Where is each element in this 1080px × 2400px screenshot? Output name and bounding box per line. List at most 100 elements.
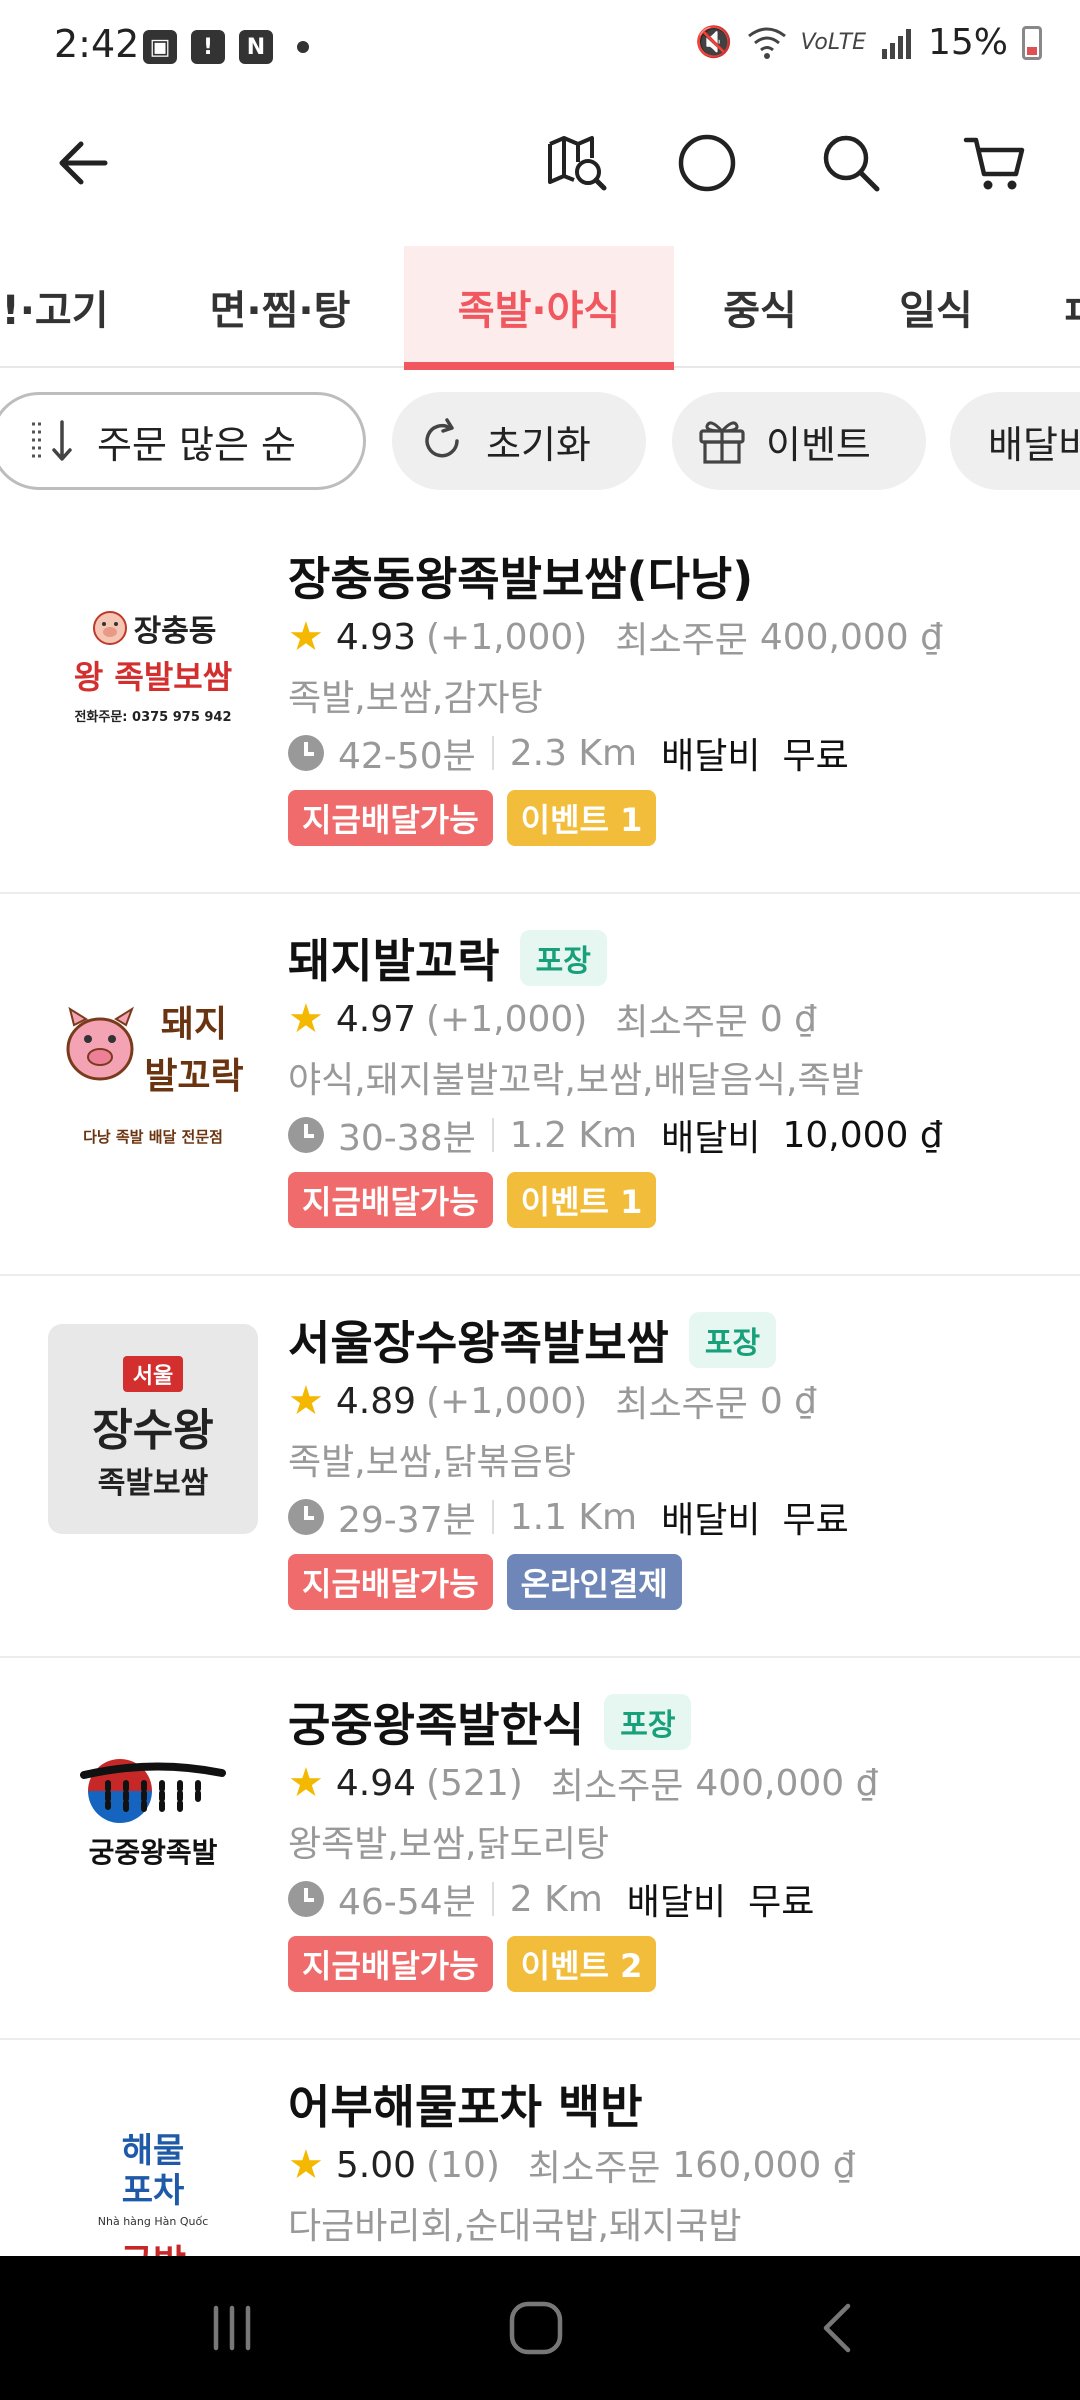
min-order-value: 0 ₫ [759, 1380, 818, 1422]
delivery-fee-value: 무료 [782, 736, 849, 777]
divider [491, 1118, 494, 1152]
store-info: 장충동왕족발보쌈(다낭) ★ 4.93 (+1,000) 최소주문 400,00… [288, 544, 1060, 846]
review-count: (+1,000) [426, 1380, 588, 1422]
logo-text: Nhà hàng Hàn Quốc [97, 2214, 209, 2228]
event-chip-label: 이벤트 [766, 422, 871, 467]
tab-chinese[interactable]: 중식 [700, 246, 820, 368]
store-card[interactable]: 돼지 발꼬락 다낭 족발 배달 전문점 돼지발꼬락 포장 ★ 4.97 (+1,… [0, 896, 1080, 1276]
signal-icon [881, 28, 911, 59]
store-info: 서울장수왕족발보쌈 포장 ★ 4.89 (+1,000) 최소주문 0 ₫ 족발… [288, 1308, 1060, 1610]
logo-text: 장수왕 [92, 1405, 214, 1456]
store-info: 궁중왕족발한식 포장 ★ 4.94 (521) 최소주문 400,000 ₫ 왕… [288, 1690, 1060, 1992]
store-rating: 4.97 [335, 998, 417, 1040]
home-button[interactable] [486, 2278, 586, 2378]
recent-apps-icon [213, 2305, 251, 2351]
home-icon [509, 2301, 563, 2355]
status-bar: 2:42 ▣ ! N 🔇 VoLTE 15% [0, 0, 1080, 96]
store-logo: 서울 장수왕 족발보쌈 [48, 1324, 258, 1534]
star-icon: ★ [288, 2142, 324, 2188]
online-payment-badge: 온라인결제 [506, 1554, 682, 1610]
review-count: (+1,000) [426, 998, 588, 1040]
tab-jokbal-night[interactable]: 족발·야식 [404, 246, 674, 370]
logo-text: 포차 [121, 2170, 185, 2211]
star-icon: ★ [288, 996, 324, 1042]
category-tabs: !·고기 면·찜·탕 족발·야식 중식 일식 ㅍ [0, 246, 1080, 370]
distance: 1.1 Km [509, 1496, 638, 1538]
search-button[interactable] [806, 118, 896, 208]
store-name: 돼지발꼬락 [288, 934, 500, 988]
delivery-now-badge: 지금배달가능 [288, 1172, 493, 1228]
n-icon: N [239, 30, 273, 64]
tab-meat[interactable]: !·고기 [0, 246, 120, 368]
delivery-fee-value: 무료 [748, 1882, 815, 1923]
battery-percent: 15% [927, 22, 1008, 63]
store-categories: 족발,보쌈,감자탕 [288, 678, 543, 719]
delivery-time: 29-37분 [338, 1500, 476, 1541]
tab-japanese[interactable]: 일식 [876, 246, 996, 368]
min-order-label: 최소주문 [527, 2148, 661, 2189]
takeout-badge: 포장 [604, 1694, 692, 1750]
back-nav-button[interactable] [790, 2278, 890, 2378]
mute-icon: 🔇 [695, 25, 733, 60]
reset-chip[interactable]: 초기화 [392, 392, 646, 490]
store-name: 궁중왕족발한식 [288, 1698, 585, 1752]
active-tab-indicator [404, 362, 674, 370]
store-logo: 궁중왕족발 [48, 1706, 258, 1916]
gift-icon [694, 413, 750, 469]
store-card[interactable]: 서울 장수왕 족발보쌈 서울장수왕족발보쌈 포장 ★ 4.89 (+1,000)… [0, 1278, 1080, 1658]
refresh-icon [414, 413, 470, 469]
tab-next[interactable]: ㅍ [1060, 246, 1080, 368]
circle-icon [678, 134, 736, 192]
store-name: 어부해물포차 백반 [288, 2080, 643, 2134]
delivery-fee-chip-label: 배달비 [988, 422, 1080, 467]
event-badge: 이벤트 1 [506, 790, 657, 846]
map-search-button[interactable] [532, 118, 622, 208]
logo-text: 장충동 [133, 613, 217, 649]
event-chip[interactable]: 이벤트 [672, 392, 926, 490]
search-icon [823, 135, 880, 192]
event-badge: 이벤트 2 [506, 1936, 657, 1992]
store-logo: 해물 포차 Nhà hàng Hàn Quốc 국밥 [48, 2088, 258, 2256]
takeout-badge: 포장 [519, 930, 607, 986]
delivery-now-badge: 지금배달가능 [288, 790, 493, 846]
store-logo: 돼지 발꼬락 [48, 942, 258, 1152]
cart-button[interactable] [950, 118, 1040, 208]
logo-phone: 전화주문: 0375 975 942 [74, 709, 232, 725]
back-button[interactable] [38, 118, 128, 208]
delivery-time: 42-50분 [338, 736, 476, 777]
store-card[interactable]: 장충동 왕 족발보쌈 전화주문: 0375 975 942 장충동왕족발보쌈(다… [0, 514, 1080, 894]
store-categories: 왕족발,보쌈,닭도리탕 [288, 1824, 609, 1865]
logo-text: 족발보쌈 [97, 1466, 209, 1501]
takeout-badge: 포장 [688, 1312, 777, 1368]
distance: 1.2 Km [509, 1114, 638, 1156]
store-card[interactable]: 해물 포차 Nhà hàng Hàn Quốc 국밥 어부해물포차 백반 ★ 5… [0, 2042, 1080, 2256]
sort-chip-label: 주문 많은 순 [97, 422, 296, 467]
store-rating: 4.89 [335, 1380, 417, 1422]
circle-button[interactable] [662, 118, 752, 208]
divider [491, 1882, 494, 1916]
reset-chip-label: 초기화 [486, 422, 591, 467]
store-rating: 4.94 [335, 1762, 417, 1804]
delivery-now-badge: 지금배달가능 [288, 1554, 493, 1610]
clock-icon [288, 1117, 324, 1153]
min-order-value: 160,000 ₫ [672, 2144, 856, 2186]
wifi-icon [747, 27, 786, 59]
store-card[interactable]: 궁중왕족발 궁중왕족발한식 포장 ★ 4.94 (521) 최소주문 400,0… [0, 1660, 1080, 2040]
recent-apps-button[interactable] [182, 2278, 282, 2378]
back-nav-icon [823, 2303, 851, 2353]
tab-noodles-stew[interactable]: 면·찜·탕 [180, 246, 380, 368]
clock-icon [288, 1881, 324, 1917]
status-time: 2:42 [54, 22, 140, 66]
min-order-label: 최소주문 [550, 1766, 684, 1807]
delivery-fee-label: 배달비 [626, 1882, 727, 1923]
divider [491, 736, 494, 770]
delivery-fee-chip[interactable]: 배달비 [950, 392, 1080, 490]
review-count: (10) [426, 2144, 500, 2186]
notification-icons: ▣ ! N [143, 30, 309, 64]
store-categories: 다금바리회,순대국밥,돼지국밥 [288, 2206, 742, 2247]
store-info: 돼지발꼬락 포장 ★ 4.97 (+1,000) 최소주문 0 ₫ 야식,돼지불… [288, 926, 1060, 1228]
store-name: 서울장수왕족발보쌈 [288, 1316, 669, 1370]
store-info: 어부해물포차 백반 ★ 5.00 (10) 최소주문 160,000 ₫ 다금바… [288, 2072, 1060, 2252]
logo-text: 돼지 [160, 1004, 228, 1045]
sort-chip[interactable]: 주문 많은 순 [0, 392, 366, 490]
